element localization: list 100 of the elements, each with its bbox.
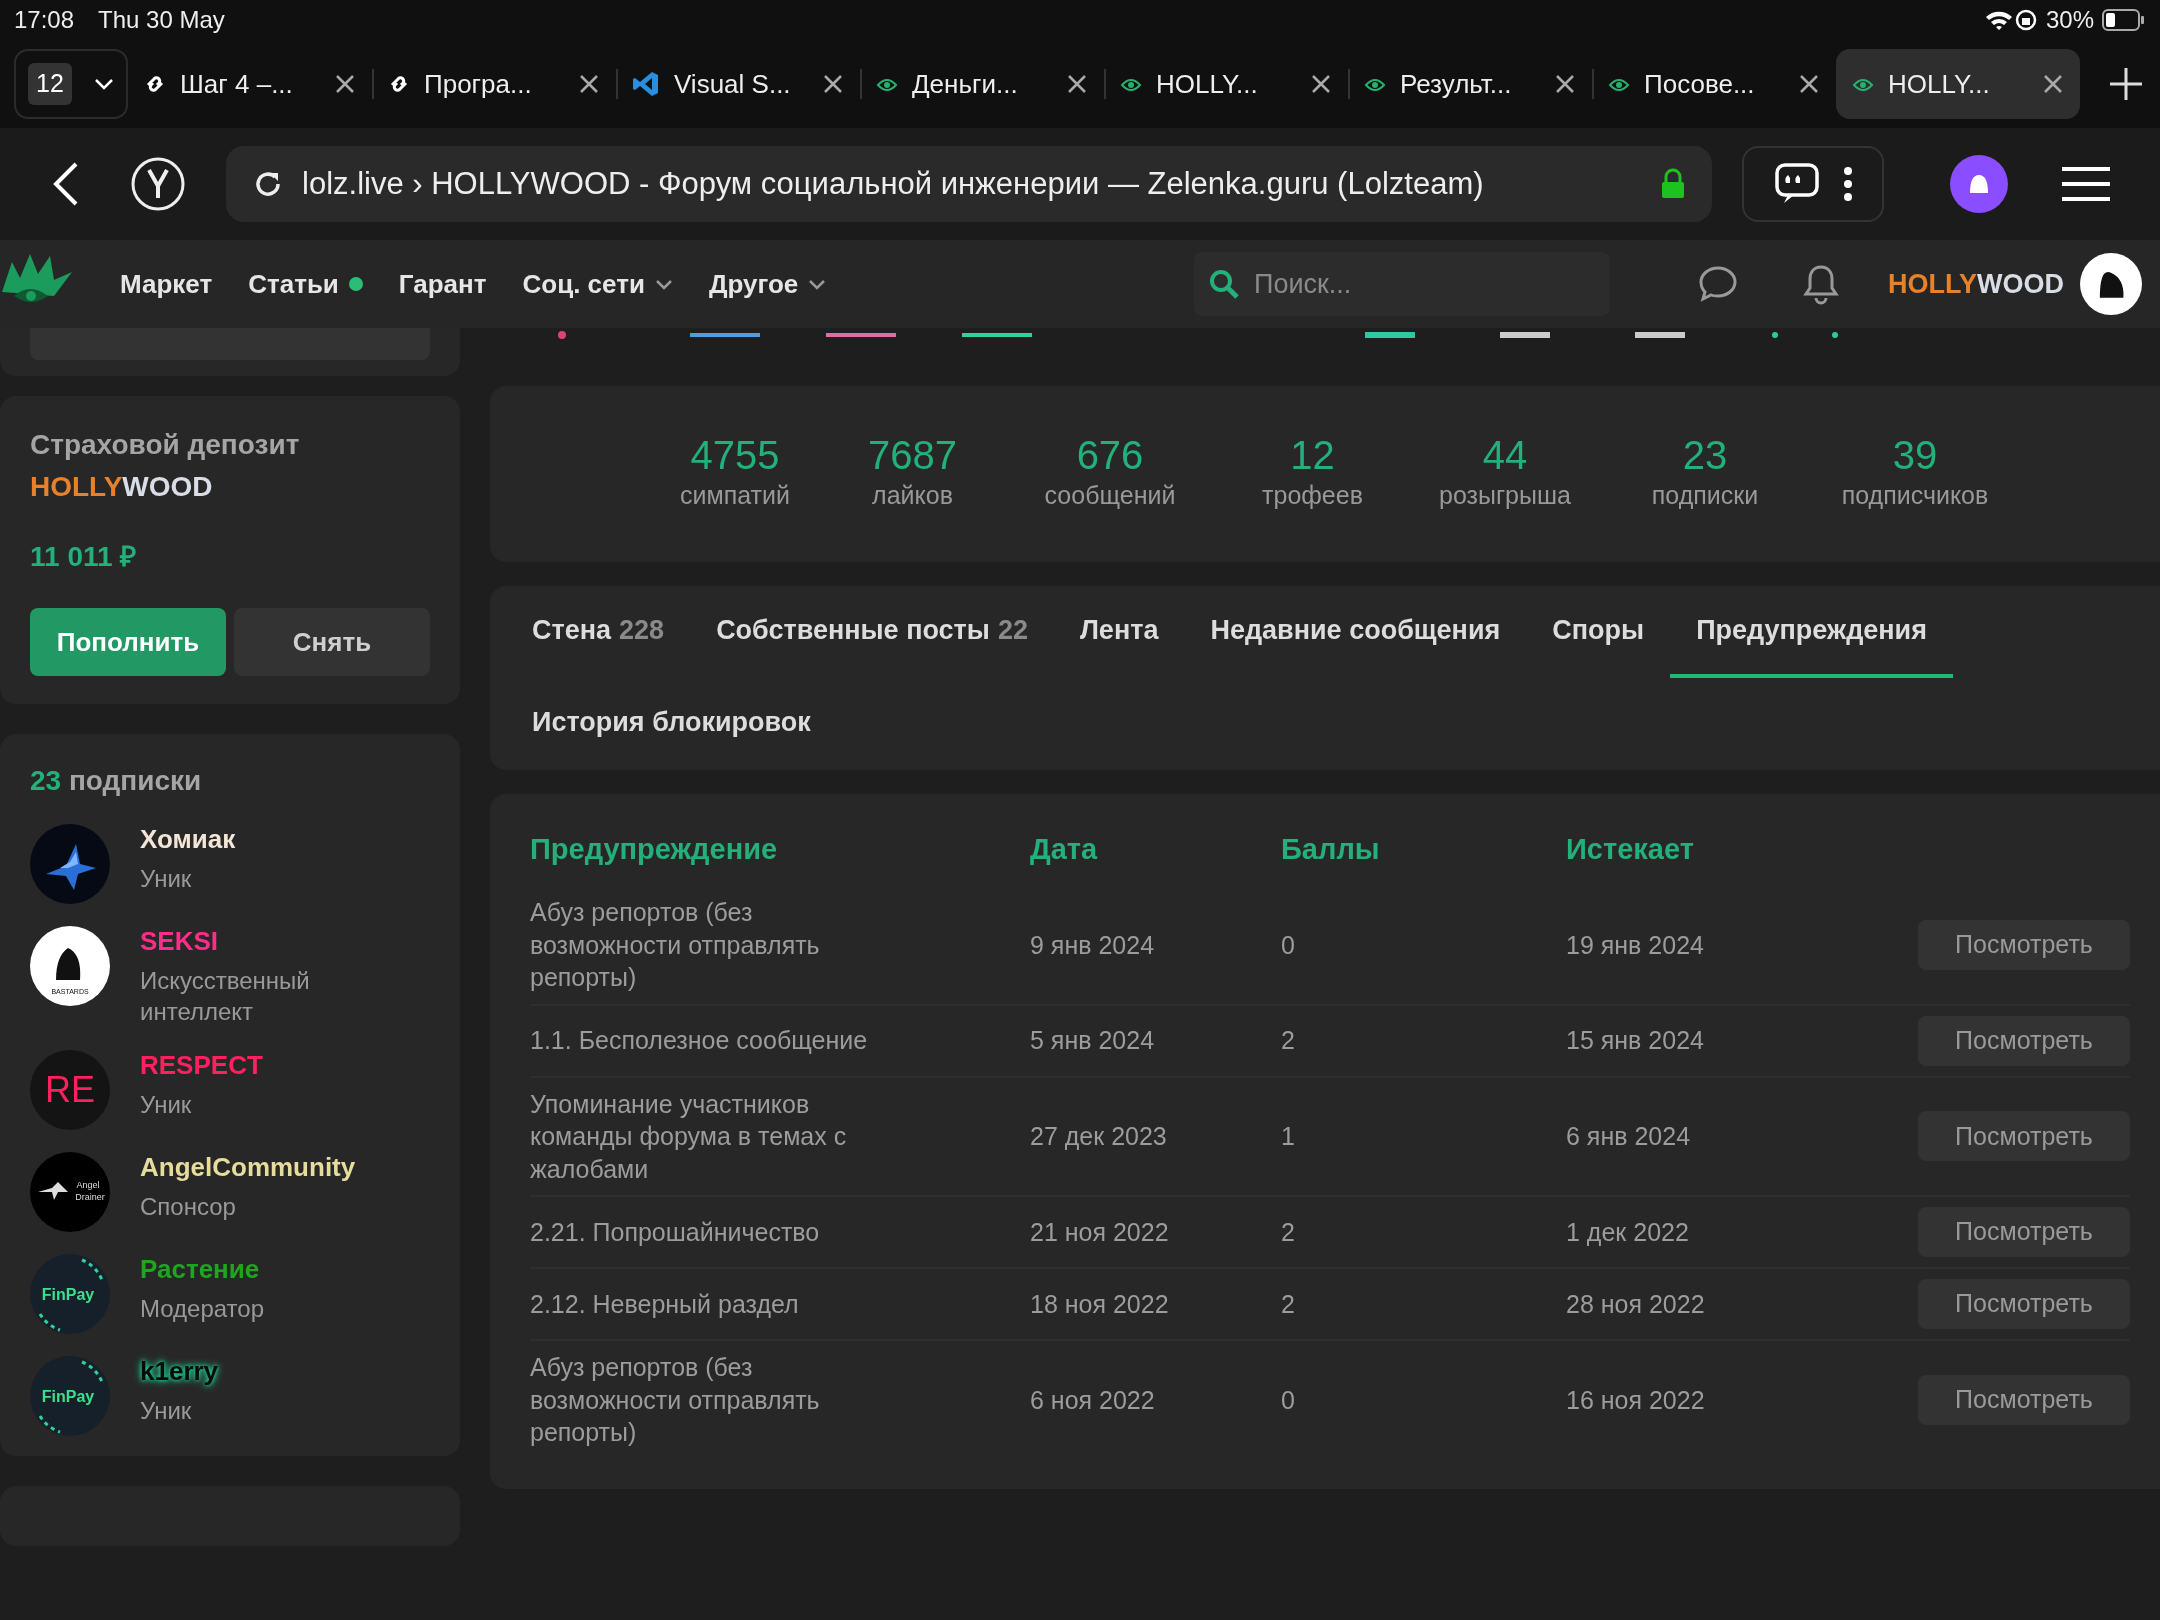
date-cell-text: 21 ноя 2022 (1030, 1216, 1170, 1248)
deposit-title: Страховой депозит (30, 428, 301, 462)
date-cell-text: 5 янв 2024 (1030, 1025, 1156, 1057)
more-icon[interactable] (1844, 167, 1852, 201)
warning-text: Абуз репортов (без возможности отправлять репорты) (530, 1352, 821, 1448)
chevron-down-icon (654, 278, 673, 290)
view-button[interactable]: Посмотреть (1918, 1207, 2130, 1257)
search-input[interactable]: Поиск... (1252, 262, 1582, 306)
close-icon[interactable] (1554, 73, 1576, 95)
warning-text: 1.1. Бесполезное сообщение (530, 1025, 869, 1057)
expiry-cell-text: 16 ноя 2022 (1566, 1384, 1706, 1416)
points-cell-text: 0 (1281, 929, 1296, 961)
warning-text: Абуз репортов (без возможности отправлять репорты) (530, 897, 821, 993)
assistant-icon[interactable] (1950, 155, 2008, 213)
view-button[interactable]: Посмотреть (1918, 1111, 2130, 1162)
user-name[interactable]: SEKSI (140, 926, 360, 958)
view-button[interactable]: Посмотреть (1918, 919, 2130, 970)
user-avatar[interactable]: RE (30, 1049, 110, 1130)
status-dot-icon (348, 277, 363, 291)
close-icon[interactable] (1798, 73, 1820, 95)
user-role: Модератор (140, 1293, 265, 1324)
points-cell-text: 2 (1281, 1288, 1296, 1320)
profile-tab[interactable]: Недавние сообщения (1184, 586, 1527, 678)
search-field[interactable]: Поиск... (1194, 252, 1610, 316)
deposit-owner[interactable]: HOLLYWOOD (30, 466, 430, 508)
status-time: 17:08 (14, 5, 75, 35)
browser-tab[interactable]: Результ... (1348, 49, 1592, 119)
user-avatar[interactable]: FinPay (30, 1253, 110, 1334)
user-role: Уник (140, 864, 193, 895)
withdraw-button[interactable]: Снять (234, 608, 430, 676)
close-icon[interactable] (822, 73, 844, 95)
browser-logo-icon[interactable] (130, 156, 186, 212)
stat-label: подписки (1650, 480, 1760, 512)
close-icon[interactable] (1310, 73, 1332, 95)
user-name[interactable]: RESPECT (140, 1049, 263, 1081)
chat-icon[interactable] (1698, 264, 1738, 304)
quote-icon[interactable] (1774, 162, 1820, 206)
profile-tab[interactable]: Предупреждения (1670, 586, 1953, 678)
lock-icon (1660, 168, 1686, 200)
date-cell-text: 6 ноя 2022 (1030, 1384, 1156, 1416)
view-button[interactable]: Посмотреть (1918, 1279, 2130, 1329)
close-icon[interactable] (1066, 73, 1088, 95)
view-button[interactable]: Посмотреть (1918, 1015, 2130, 1066)
expiry-cell-text: 19 янв 2024 (1566, 929, 1705, 961)
username[interactable]: HOLLYWOOD (1888, 263, 2064, 305)
code-editor-icon (632, 70, 660, 98)
profile-tab[interactable]: Собственные посты 22 (690, 586, 1054, 678)
profile-tab[interactable]: История блокировок (506, 678, 837, 770)
profile-tab[interactable]: Стена 228 (506, 586, 691, 678)
browser-tab[interactable]: Посове... (1592, 49, 1836, 119)
browser-tab[interactable]: Visual S... (616, 49, 860, 119)
browser-tab[interactable]: Шаг 4 –... (128, 49, 372, 119)
bell-icon[interactable] (1802, 263, 1840, 305)
browser-tab[interactable]: Деньги... (860, 49, 1104, 119)
user-avatar[interactable]: Angel Drainer (30, 1151, 110, 1232)
user-name[interactable]: Хомиак (140, 824, 236, 856)
tab-overview-button[interactable]: 12 (14, 49, 128, 119)
browser-tab[interactable]: HOLLY... (1836, 49, 2080, 119)
link-icon (144, 73, 166, 95)
stat-value: 23 (1681, 433, 1729, 478)
top-up-button[interactable]: Пополнить (30, 608, 226, 676)
nav-link[interactable]: Маркет (120, 264, 213, 304)
lock-rotation-icon (2013, 8, 2038, 32)
stat-label: трофеев (1261, 480, 1364, 512)
view-button[interactable]: Посмотреть (1918, 1374, 2130, 1425)
close-icon[interactable] (2042, 73, 2064, 95)
close-icon[interactable] (578, 73, 600, 95)
user-role: Уник (140, 1395, 193, 1426)
warning-text: 2.21. Попрошайничество (530, 1216, 821, 1248)
expiry-cell-text: 28 ноя 2022 (1566, 1288, 1706, 1320)
warning-text: Упоминание участников команды форума в темах с жалобами (530, 1088, 848, 1185)
warning-text: 2.12. Неверный раздел (530, 1288, 800, 1320)
user-avatar[interactable] (2080, 253, 2142, 315)
browser-tab[interactable]: Програ... (372, 49, 616, 119)
stat-label: лайков (871, 480, 954, 512)
stat-value: 676 (1075, 433, 1145, 478)
user-name[interactable]: AngelCommunity (140, 1151, 356, 1183)
menu-icon[interactable] (2062, 166, 2110, 202)
date-cell-text: 27 дек 2023 (1030, 1121, 1168, 1152)
expiry-cell-text: 15 янв 2024 (1566, 1025, 1705, 1057)
column-header: Предупреждение (530, 832, 779, 868)
status-date: Thu 30 May (98, 5, 226, 35)
close-icon[interactable] (334, 73, 356, 95)
user-name[interactable]: Растение (140, 1253, 265, 1285)
profile-tab[interactable]: Споры (1526, 586, 1671, 678)
nav-link[interactable]: Соц. сети (522, 264, 673, 304)
date-cell-text: 18 ноя 2022 (1030, 1288, 1170, 1320)
chevron-down-icon (93, 78, 114, 90)
nav-link[interactable]: Статьи (248, 264, 363, 304)
browser-tab[interactable]: HOLLY... (1104, 49, 1348, 119)
expiry-cell-text: 1 дек 2022 (1566, 1216, 1690, 1248)
user-avatar[interactable]: FinPay (30, 1355, 110, 1436)
column-header: Дата (1030, 832, 1099, 868)
profile-tab[interactable]: Лента (1053, 586, 1185, 678)
address-field[interactable]: lolz.live › HOLLYWOOD - Форум социальной инженерии — Zelenka.guru (Lolzteam) (226, 146, 1712, 222)
toolbar-button-group[interactable] (1742, 146, 1884, 222)
nav-link[interactable]: Гарант (398, 264, 487, 304)
nav-link[interactable]: Другое (708, 264, 827, 304)
stat-value: 12 (1289, 433, 1336, 478)
stat-label: симпатий (679, 480, 791, 512)
